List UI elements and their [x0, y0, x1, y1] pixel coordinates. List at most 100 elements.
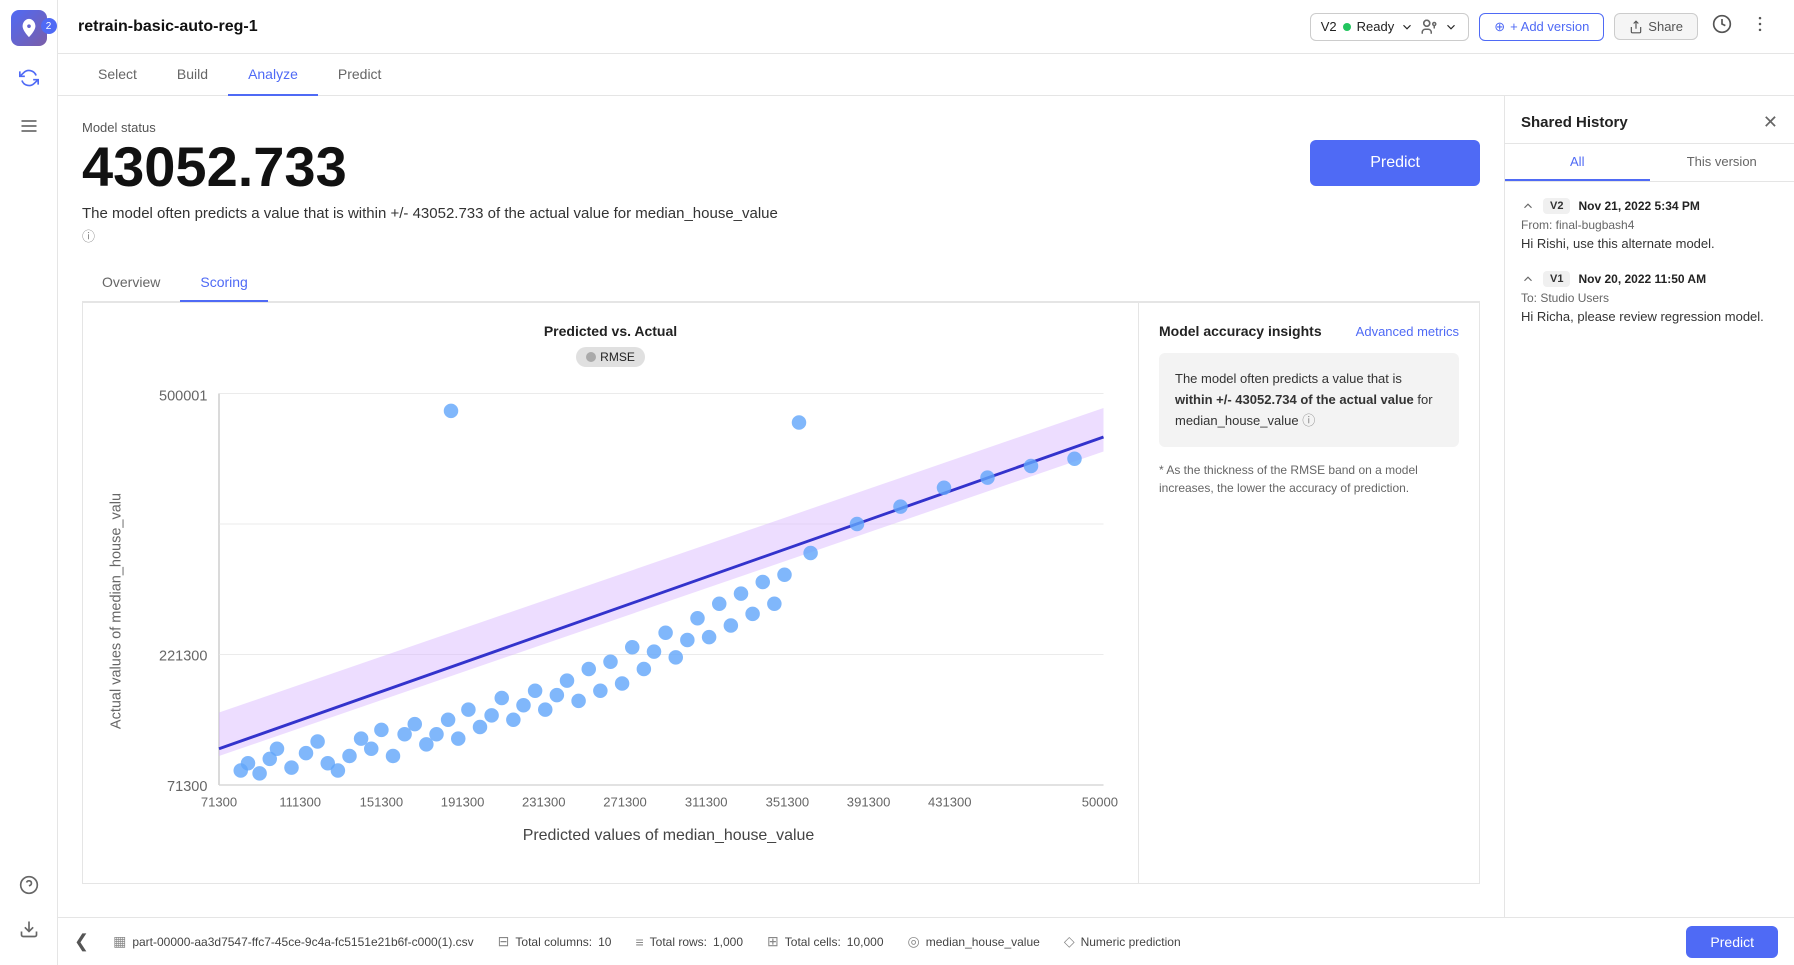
history-button[interactable] [1708, 10, 1736, 43]
predict-btn-container: Predict [1310, 120, 1480, 186]
close-panel-button[interactable]: ✕ [1763, 112, 1778, 133]
columns-icon: ⊟ [498, 933, 510, 950]
bottom-bar-right: Predict [1686, 926, 1778, 958]
panel-tabs: All This version [1505, 144, 1794, 182]
ready-indicator [1343, 23, 1351, 31]
insights-title: Model accuracy insights [1159, 323, 1322, 339]
prediction-type-info: ◇ Numeric prediction [1064, 933, 1181, 950]
rmse-toggle[interactable]: RMSE [576, 347, 645, 367]
total-cells-value: 10,000 [847, 935, 884, 949]
svg-text:391300: 391300 [847, 795, 891, 810]
svg-text:111300: 111300 [279, 795, 321, 810]
more-options-button[interactable] [1746, 10, 1774, 43]
total-rows-value: 1,000 [713, 935, 743, 949]
tab-predict[interactable]: Predict [318, 54, 402, 96]
svg-text:500001: 500001 [159, 389, 207, 405]
file-info: ▦ part-00000-aa3d7547-ffc7-45ce-9c4a-fc5… [113, 933, 474, 950]
svg-text:Predicted values of median_hou: Predicted values of median_house_value [523, 827, 815, 844]
svg-text:Actual values of median_house_: Actual values of median_house_valu [108, 493, 124, 729]
insights-footnote: * As the thickness of the RMSE band on a… [1159, 461, 1459, 497]
sidebar-icon-export[interactable] [13, 913, 45, 945]
predict-button-bottom[interactable]: Predict [1686, 926, 1778, 958]
history-from-1: From: final-bugbash4 [1521, 218, 1778, 232]
model-status-left: Model status 43052.733 The model often p… [82, 120, 782, 248]
history-item-header-2: V1 Nov 20, 2022 11:50 AM [1521, 271, 1778, 287]
version-chip-v2: V2 [1543, 198, 1570, 214]
rows-icon: ≡ [635, 934, 643, 950]
tab-select[interactable]: Select [78, 54, 157, 96]
chart-container: Predicted vs. Actual RMSE [82, 302, 1480, 884]
shared-history-panel: Shared History ✕ All This version V2 Nov… [1504, 96, 1794, 917]
total-columns-info: ⊟ Total columns: 10 [498, 933, 612, 950]
sub-tab-overview[interactable]: Overview [82, 264, 180, 302]
content-and-panel: Model status 43052.733 The model often p… [58, 96, 1794, 917]
chart-title: Predicted vs. Actual [103, 323, 1118, 339]
share-button[interactable]: Share [1614, 13, 1698, 40]
target-value: median_house_value [926, 935, 1040, 949]
chart-legend: RMSE [103, 347, 1118, 367]
panel-content: V2 Nov 21, 2022 5:34 PM From: final-bugb… [1505, 182, 1794, 917]
target-icon: ◎ [908, 933, 920, 950]
svg-text:221300: 221300 [159, 648, 207, 664]
history-date-1: Nov 21, 2022 5:34 PM [1578, 199, 1699, 213]
insights-info-icon: ⓘ [1302, 413, 1315, 428]
add-version-button[interactable]: ⊕ + Add version [1479, 13, 1604, 41]
chart-right: Model accuracy insights Advanced metrics… [1139, 303, 1479, 883]
legend-label: RMSE [600, 350, 635, 364]
history-item: V2 Nov 21, 2022 5:34 PM From: final-bugb… [1521, 198, 1778, 251]
sub-tabs: Overview Scoring [82, 264, 1480, 302]
sidebar-icon-refresh[interactable] [13, 62, 45, 94]
version-label: V2 [1321, 19, 1337, 34]
svg-text:311300: 311300 [685, 795, 728, 810]
tab-build[interactable]: Build [157, 54, 228, 96]
shared-panel-title: Shared History [1521, 114, 1628, 131]
total-columns-value: 10 [598, 935, 611, 949]
legend-dot [586, 352, 596, 362]
sidebar-icon-help[interactable] [13, 869, 45, 901]
panel-tab-all[interactable]: All [1505, 144, 1650, 181]
svg-text:71300: 71300 [201, 795, 237, 810]
sub-tab-scoring[interactable]: Scoring [180, 264, 267, 302]
svg-text:431300: 431300 [928, 795, 972, 810]
plus-icon: ⊕ [1494, 19, 1505, 35]
page-title: retrain-basic-auto-reg-1 [78, 18, 258, 36]
svg-text:231300: 231300 [522, 795, 566, 810]
advanced-metrics-link[interactable]: Advanced metrics [1356, 324, 1459, 339]
history-date-2: Nov 20, 2022 11:50 AM [1578, 272, 1706, 286]
svg-text:271300: 271300 [603, 795, 647, 810]
model-metric-desc: The model often predicts a value that is… [82, 203, 782, 248]
file-name: part-00000-aa3d7547-ffc7-45ce-9c4a-fc515… [132, 935, 473, 949]
total-cells-label: Total cells: [785, 935, 841, 949]
notification-badge: 2 [41, 18, 57, 34]
svg-text:500001: 500001 [1082, 795, 1118, 810]
ready-label: Ready [1357, 19, 1395, 34]
version-badge[interactable]: V2 Ready [1310, 13, 1469, 41]
svg-text:71300: 71300 [167, 779, 207, 795]
chart-left: Predicted vs. Actual RMSE [83, 303, 1139, 883]
history-msg-1: Hi Rishi, use this alternate model. [1521, 236, 1778, 251]
target-info: ◎ median_house_value [908, 933, 1040, 950]
predict-button-main[interactable]: Predict [1310, 140, 1480, 186]
main-area: retrain-basic-auto-reg-1 V2 Ready ⊕ + Ad… [58, 0, 1794, 965]
file-icon: ▦ [113, 933, 126, 950]
chevron-up-icon [1521, 199, 1535, 213]
scatter-chart: 71300 221300 500001 71300 111300 151300 … [103, 379, 1118, 858]
bottom-bar: ❮ ▦ part-00000-aa3d7547-ffc7-45ce-9c4a-f… [58, 917, 1794, 965]
svg-text:191300: 191300 [441, 795, 485, 810]
insights-text: The model often predicts a value that is… [1175, 369, 1443, 431]
history-item: V1 Nov 20, 2022 11:50 AM To: Studio User… [1521, 271, 1778, 324]
insights-box: The model often predicts a value that is… [1159, 353, 1459, 447]
history-item-header: V2 Nov 21, 2022 5:34 PM [1521, 198, 1778, 214]
total-rows-info: ≡ Total rows: 1,000 [635, 934, 743, 950]
sidebar-icon-menu[interactable] [13, 110, 45, 142]
panel-tab-this-version[interactable]: This version [1650, 144, 1794, 181]
cells-icon: ⊞ [767, 933, 779, 950]
tab-analyze[interactable]: Analyze [228, 54, 318, 96]
chevron-up-icon-2 [1521, 272, 1535, 286]
expand-button[interactable]: ❮ [74, 931, 89, 952]
shared-panel-header: Shared History ✕ [1505, 96, 1794, 144]
info-icon: ⓘ [82, 229, 95, 244]
version-chip-v1: V1 [1543, 271, 1570, 287]
history-msg-2: Hi Richa, please review regression model… [1521, 309, 1778, 324]
insights-header: Model accuracy insights Advanced metrics [1159, 323, 1459, 339]
